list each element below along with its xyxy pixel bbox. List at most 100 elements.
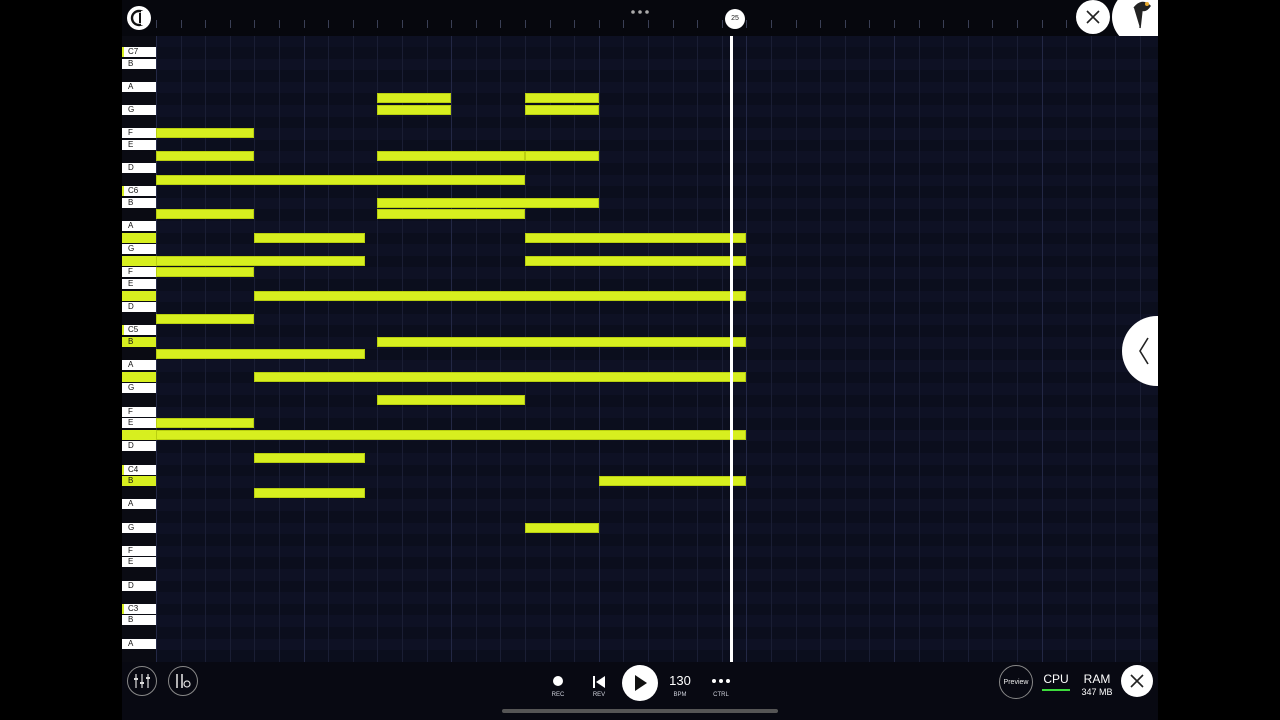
piano-key[interactable]: C3 [122, 603, 156, 614]
grid-beat-line [549, 36, 551, 662]
piano-key[interactable]: D [122, 580, 156, 591]
record-button[interactable]: REC [548, 670, 568, 700]
piano-roll-grid[interactable] [156, 36, 1158, 662]
midi-note[interactable] [156, 151, 255, 162]
piano-key[interactable] [122, 429, 156, 440]
playhead[interactable] [730, 36, 733, 662]
ruler-tick [869, 20, 871, 28]
midi-note[interactable] [254, 487, 366, 498]
piano-key[interactable]: C6 [122, 186, 156, 197]
piano-key[interactable]: F [122, 545, 156, 556]
midi-note[interactable] [156, 174, 525, 185]
midi-note[interactable] [156, 313, 255, 324]
midi-note[interactable] [156, 418, 255, 429]
midi-note[interactable] [525, 255, 747, 266]
piano-key[interactable]: F [122, 267, 156, 278]
ruler-tick [205, 20, 207, 28]
ruler-tick [795, 20, 797, 28]
close-icon[interactable] [1076, 0, 1110, 34]
midi-note[interactable] [254, 232, 366, 243]
midi-note[interactable] [156, 429, 747, 440]
piano-key[interactable]: E [122, 139, 156, 150]
ruler-tick [426, 20, 428, 28]
midi-note[interactable] [377, 395, 525, 405]
piano-key[interactable]: D [122, 441, 156, 452]
midi-note[interactable] [156, 128, 255, 139]
piano-key[interactable]: D [122, 163, 156, 173]
midi-note[interactable] [156, 209, 255, 220]
piano-key[interactable]: B [122, 197, 156, 208]
midi-note[interactable] [525, 232, 747, 243]
midi-note[interactable] [525, 105, 599, 115]
piano-key[interactable]: E [122, 418, 156, 429]
piano-key[interactable]: E [122, 279, 156, 289]
midi-note[interactable] [156, 267, 255, 278]
piano-key[interactable]: F [122, 128, 156, 139]
grid-lane [156, 360, 1158, 372]
piano-key[interactable]: G [122, 522, 156, 533]
piano-key[interactable]: E [122, 557, 156, 568]
midi-note[interactable] [254, 371, 747, 382]
midi-note[interactable] [377, 209, 525, 220]
piano-key[interactable] [122, 290, 156, 301]
midi-note[interactable] [377, 151, 525, 162]
piano-key[interactable]: C4 [122, 464, 156, 475]
piano-key[interactable]: G [122, 244, 156, 255]
piano-key[interactable] [122, 232, 156, 243]
ruler-tick [648, 20, 649, 28]
piano-key[interactable]: B [122, 58, 156, 69]
midi-note[interactable] [525, 522, 599, 533]
rewind-button[interactable]: REV [589, 670, 609, 700]
piano-key[interactable]: G [122, 383, 156, 394]
close-transport-icon[interactable] [1121, 665, 1153, 697]
midi-note[interactable] [377, 93, 452, 104]
more-dots-icon[interactable] [628, 4, 652, 14]
ruler-tick [721, 20, 723, 28]
piano-key[interactable] [122, 371, 156, 382]
record-icon [553, 676, 563, 686]
piano-key[interactable]: A [122, 81, 156, 92]
piano-key[interactable]: A [122, 360, 156, 371]
piano-key[interactable]: F [122, 406, 156, 417]
midi-note[interactable] [254, 453, 366, 463]
midi-note[interactable] [254, 290, 747, 301]
midi-note[interactable] [156, 348, 366, 359]
midi-note[interactable] [598, 476, 747, 487]
grid-lane [156, 650, 1158, 662]
grid-lane [156, 638, 1158, 651]
piano-key[interactable]: D [122, 302, 156, 313]
grid-beat-line [500, 36, 502, 662]
piano-key[interactable]: B [122, 337, 156, 347]
piano-key[interactable] [122, 255, 156, 266]
grid-lane [156, 70, 1158, 82]
midi-note[interactable] [377, 105, 452, 115]
piano-key[interactable]: C5 [122, 325, 156, 336]
midi-note[interactable] [377, 337, 747, 347]
ctrl-button[interactable]: CTRL [710, 670, 732, 700]
grid-lane [156, 464, 1158, 477]
piano-keyboard[interactable]: C7 B A G F E D C6 B A G F E D C5 B A G F E D C4 B A G F E D C3 B A [122, 36, 156, 662]
piano-key[interactable]: A [122, 638, 156, 649]
grid-lane [156, 406, 1158, 419]
piano-key[interactable]: C7 [122, 47, 156, 57]
bpm-control[interactable]: 130 BPM [667, 670, 693, 700]
piano-key[interactable]: A [122, 221, 156, 231]
piano-key[interactable]: G [122, 105, 156, 115]
midi-note[interactable] [377, 197, 599, 208]
piano-key[interactable]: A [122, 499, 156, 510]
instrument-settings-icon[interactable] [168, 666, 198, 696]
midi-note[interactable] [525, 151, 599, 162]
piano-key[interactable]: B [122, 615, 156, 626]
grid-lane [156, 81, 1158, 94]
app-logo-icon[interactable] [127, 6, 151, 30]
midi-note[interactable] [156, 255, 366, 266]
mixer-icon[interactable] [127, 666, 157, 696]
midi-note[interactable] [525, 93, 599, 104]
play-button[interactable] [622, 665, 658, 701]
playhead-marker[interactable]: 25 [725, 9, 745, 29]
piano-key[interactable]: B [122, 476, 156, 487]
timeline-ruler[interactable]: 25 [122, 0, 1158, 46]
grid-beat-line [721, 36, 723, 662]
preview-button[interactable]: Preview [999, 665, 1033, 699]
grid-beat-line [451, 36, 453, 662]
